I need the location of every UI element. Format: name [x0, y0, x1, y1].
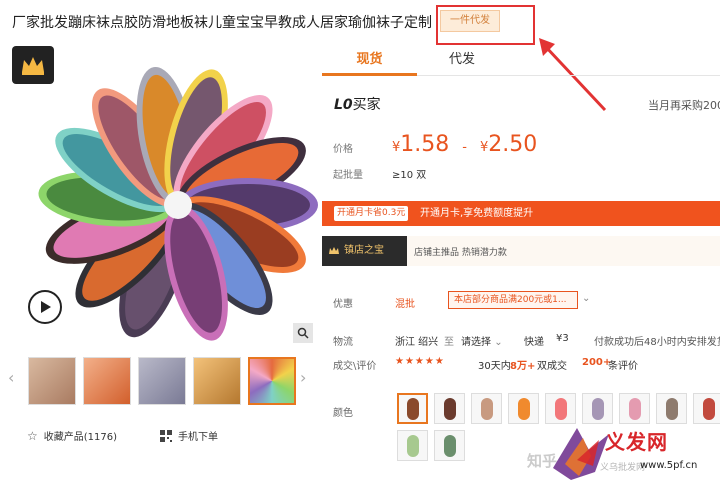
- chevron-down-icon[interactable]: ⌄: [582, 293, 590, 304]
- color-swatch-11[interactable]: [434, 430, 465, 461]
- sales-reviews-label: 成交\评价: [333, 361, 377, 372]
- price-label: 价格: [333, 144, 353, 155]
- seller-level-prefix: L0: [334, 97, 353, 113]
- tab-in-stock[interactable]: 现货: [322, 44, 417, 76]
- shop-treasure-text: 店铺主推品 热销潜力款: [414, 248, 507, 258]
- destination-select[interactable]: 请选择 ⌄: [461, 333, 503, 348]
- logistics-label: 物流: [333, 337, 353, 348]
- watermark-brand: 义发网: [605, 430, 668, 454]
- min-order-value: ≥10 双: [392, 170, 427, 181]
- color-label: 颜色: [333, 408, 353, 419]
- repeat-buyers-stat: 当月再采购200: [648, 99, 720, 112]
- destination-chevron-icon: ⌄: [494, 337, 503, 348]
- promo-chip[interactable]: 开通月卡省0.3元: [334, 206, 409, 221]
- mixed-batch-tag: 混批: [395, 299, 415, 310]
- price-range: ¥1.58 - ¥2.50: [392, 132, 537, 157]
- sock-sole-icon: [406, 397, 419, 420]
- sock-sole-icon: [517, 397, 530, 420]
- review-count[interactable]: 200+: [582, 357, 611, 368]
- sales-count[interactable]: 8万+: [510, 357, 535, 372]
- dispatch-time: 付款成功后48小时内安排发货: [594, 337, 720, 348]
- color-swatch-2[interactable]: [434, 393, 465, 424]
- color-swatch-3[interactable]: [471, 393, 502, 424]
- price-high: 2.50: [488, 132, 538, 157]
- sock-sole-icon: [628, 397, 641, 420]
- video-play-button[interactable]: [28, 290, 62, 324]
- shipping-fee: ¥3: [556, 333, 569, 344]
- shop-treasure-label: 镇店之宝: [344, 245, 384, 256]
- sock-sole-icon: [591, 397, 604, 420]
- color-swatch-10[interactable]: [397, 430, 428, 461]
- sock-sole-icon: [665, 397, 678, 420]
- sock-sole-icon: [702, 397, 715, 420]
- shop-treasure-badge: 镇店之宝: [322, 236, 407, 266]
- thumbnail-next-arrow[interactable]: ›: [300, 368, 306, 387]
- sock-sole-icon: [554, 397, 567, 420]
- thumbnail-1[interactable]: [28, 357, 76, 405]
- seller-level-name: 买家: [352, 97, 381, 113]
- watermark-subtitle: 义乌批发网: [600, 463, 646, 473]
- magnifier-icon: [297, 327, 309, 339]
- sock-sole-icon: [443, 434, 456, 457]
- zoom-button[interactable]: [293, 323, 313, 343]
- qr-code-icon: [160, 429, 172, 442]
- seller-level: L0买家: [334, 94, 381, 114]
- coupon-offer-box[interactable]: 本店部分商品满200元或1...: [448, 291, 578, 309]
- mobile-order-label: 手机下单: [178, 432, 218, 443]
- thumbnail-2[interactable]: [83, 357, 131, 405]
- thumbnail-4[interactable]: [193, 357, 241, 405]
- watermark-url: www.5pf.cn: [640, 460, 698, 471]
- product-main-image[interactable]: [18, 50, 318, 345]
- thumbnail-3[interactable]: [138, 357, 186, 405]
- promo-text: 开通月卡,享免费额度提升: [420, 208, 534, 219]
- price-currency-high: ¥: [479, 140, 489, 155]
- discount-label: 优惠: [333, 299, 353, 310]
- sock-sole-icon: [406, 434, 419, 457]
- color-swatch-1[interactable]: [397, 393, 428, 424]
- min-order-label: 起批量: [333, 170, 363, 181]
- rating-stars: ★★★★★: [395, 356, 445, 367]
- purchase-mode-tabs: 现货 代发: [322, 44, 720, 76]
- sales-period: 30天内: [478, 361, 511, 372]
- ship-origin: 浙江 绍兴: [395, 337, 439, 348]
- crown-small-icon: [329, 247, 339, 254]
- sales-count-suffix: 双成交: [537, 361, 567, 372]
- watermark-zhihu: 知乎: [527, 452, 558, 470]
- play-icon: [41, 301, 51, 313]
- favorite-product-button[interactable]: ☆ 收藏产品(1176): [27, 428, 118, 444]
- ship-to-label: 至: [444, 337, 454, 348]
- mobile-order-button[interactable]: 手机下单: [160, 428, 218, 443]
- favorite-label: 收藏产品(1176): [43, 432, 118, 443]
- price-separator: -: [462, 140, 467, 155]
- sock-sole-icon: [480, 397, 493, 420]
- price-low: 1.58: [400, 132, 450, 157]
- tab-dropship[interactable]: 代发: [417, 44, 507, 76]
- annotation-highlight-box: [436, 5, 535, 45]
- product-title: 厂家批发蹦床袜点胶防滑地板袜儿童宝宝早教成人居家瑜伽袜子定制: [12, 15, 432, 31]
- review-count-suffix: 条评价: [608, 361, 638, 372]
- star-outline-icon: ☆: [27, 428, 38, 443]
- courier-label: 快递: [524, 337, 544, 348]
- thumbnail-prev-arrow[interactable]: ‹: [8, 368, 14, 387]
- thumbnail-5[interactable]: [248, 357, 296, 405]
- destination-select-label: 请选择: [461, 337, 491, 348]
- sock-sole-icon: [443, 397, 456, 420]
